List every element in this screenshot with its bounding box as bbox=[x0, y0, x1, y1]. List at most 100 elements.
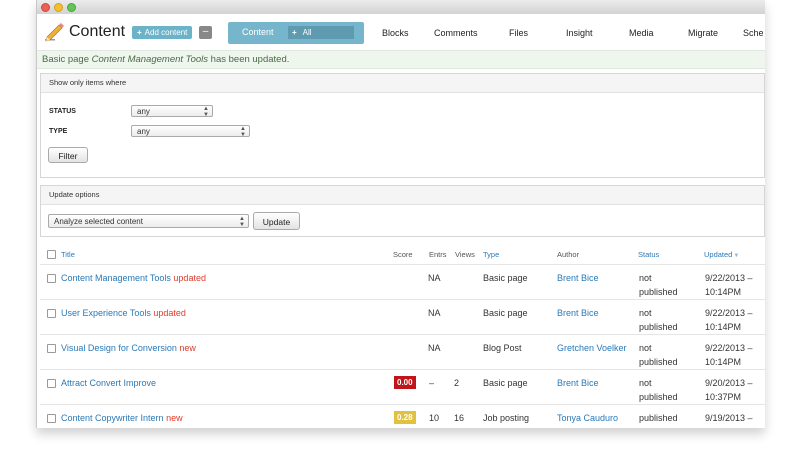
content-title-link[interactable]: Attract Convert Improve bbox=[61, 378, 156, 388]
row-updated-date: 9/22/2013 – bbox=[705, 343, 753, 353]
tab-insight[interactable]: Insight bbox=[566, 28, 593, 38]
updated-marker: updated bbox=[153, 308, 186, 318]
row-author[interactable]: Tonya Cauduro bbox=[557, 411, 618, 425]
filter-button[interactable]: Filter bbox=[48, 147, 88, 163]
table-row: Content Copywriter Intern new 0.28 10 16… bbox=[40, 404, 765, 428]
column-status[interactable]: Status bbox=[638, 250, 659, 259]
update-options-panel: Update options Analyze selected content … bbox=[40, 185, 765, 237]
row-checkbox[interactable] bbox=[47, 379, 56, 388]
row-checkbox[interactable] bbox=[47, 309, 56, 318]
content-title-link[interactable]: Visual Design for Conversion bbox=[61, 343, 177, 353]
row-status: not published bbox=[639, 306, 678, 334]
tab-comments[interactable]: Comments bbox=[434, 28, 478, 38]
row-updated-time: 10:37PM bbox=[705, 392, 742, 402]
content-title-link[interactable]: User Experience Tools bbox=[61, 308, 151, 318]
row-status-line1: not bbox=[639, 273, 652, 283]
bulk-action-select[interactable]: Analyze selected content ▲ ▼ bbox=[48, 214, 249, 228]
type-select-value: any bbox=[137, 127, 150, 136]
row-updated-time: 10:14PM bbox=[705, 287, 742, 297]
row-author[interactable]: Brent Bice bbox=[557, 376, 599, 390]
row-updated: 9/20/2013 – 10:37PM bbox=[705, 376, 753, 404]
row-type: Job posting bbox=[483, 413, 530, 423]
sort-desc-icon: ▼ bbox=[733, 253, 740, 259]
status-filter-label: STATUS bbox=[49, 108, 76, 115]
row-type: Basic page bbox=[483, 308, 528, 318]
table-row: User Experience Tools updated NA Basic p… bbox=[40, 299, 765, 335]
row-status-line2: published bbox=[639, 357, 678, 367]
table-row: Content Management Tools updated NA Basi… bbox=[40, 264, 765, 300]
tab-migrate[interactable]: Migrate bbox=[688, 28, 718, 38]
row-title: Attract Convert Improve bbox=[61, 376, 156, 390]
row-author[interactable]: Brent Bice bbox=[557, 271, 599, 285]
update-button[interactable]: Update bbox=[253, 212, 300, 230]
updown-arrow-icon: ▲ ▼ bbox=[203, 106, 209, 118]
update-options-heading: Update options bbox=[41, 186, 764, 205]
add-content-button[interactable]: + Add content bbox=[132, 26, 193, 39]
message-prefix: Basic page bbox=[42, 54, 92, 65]
row-author[interactable]: Gretchen Voelker bbox=[557, 341, 627, 355]
updown-arrow-icon: ▲ ▼ bbox=[240, 126, 246, 138]
row-title: User Experience Tools updated bbox=[61, 306, 186, 320]
row-status-line1: not bbox=[639, 308, 652, 318]
tab-blocks[interactable]: Blocks bbox=[382, 28, 409, 38]
table-row: Attract Convert Improve 0.00 – 2 Basic p… bbox=[40, 369, 765, 405]
browser-window: Content + Add content – Content + All Bloc… bbox=[36, 0, 765, 428]
table-row: Visual Design for Conversion new NA Blog… bbox=[40, 334, 765, 370]
subtab-all-label: All bbox=[302, 28, 312, 37]
table-header-row: Title Score Entrs Views Type Author Stat… bbox=[40, 245, 765, 264]
row-updated-date: 9/22/2013 – bbox=[705, 273, 753, 283]
column-author: Author bbox=[557, 250, 580, 259]
tab-files[interactable]: Files bbox=[509, 28, 528, 38]
row-type: Basic page bbox=[483, 378, 528, 388]
tab-sche[interactable]: Sche bbox=[743, 28, 764, 38]
row-type: Basic page bbox=[483, 273, 528, 283]
row-status: published bbox=[639, 413, 678, 423]
column-updated[interactable]: Updated▼ bbox=[704, 250, 739, 259]
collapse-button[interactable]: – bbox=[199, 26, 212, 39]
row-checkbox[interactable] bbox=[47, 274, 56, 283]
content-title-link[interactable]: Content Copywriter Intern bbox=[61, 413, 164, 423]
close-window-button[interactable] bbox=[41, 3, 50, 12]
message-suffix: has been updated. bbox=[208, 54, 290, 65]
row-status-line2: published bbox=[639, 287, 678, 297]
minimize-window-button[interactable] bbox=[54, 3, 63, 12]
row-author[interactable]: Brent Bice bbox=[557, 306, 599, 320]
zoom-window-button[interactable] bbox=[67, 3, 76, 12]
row-title: Content Management Tools updated bbox=[61, 271, 206, 285]
content-title-link[interactable]: Content Management Tools bbox=[61, 273, 171, 283]
row-checkbox[interactable] bbox=[47, 414, 56, 423]
column-type[interactable]: Type bbox=[483, 250, 499, 259]
row-checkbox[interactable] bbox=[47, 344, 56, 353]
row-status: not published bbox=[639, 341, 678, 369]
score-badge: 0.28 bbox=[394, 411, 416, 424]
row-status: not published bbox=[639, 271, 678, 299]
row-views: 16 bbox=[454, 413, 465, 423]
plus-icon: + bbox=[292, 28, 297, 37]
tab-content-label: Content bbox=[242, 27, 274, 37]
row-views: 2 bbox=[454, 378, 460, 388]
subtab-all[interactable]: + All bbox=[288, 26, 354, 39]
type-select[interactable]: any ▲ ▼ bbox=[131, 125, 250, 138]
row-entrs: NA bbox=[428, 343, 441, 353]
tab-media[interactable]: Media bbox=[629, 28, 654, 38]
select-all-checkbox[interactable] bbox=[47, 250, 56, 259]
score-badge: 0.00 bbox=[394, 376, 416, 389]
row-updated: 9/19/2013 – bbox=[705, 413, 753, 423]
row-title: Content Copywriter Intern new bbox=[61, 411, 183, 425]
row-updated: 9/22/2013 – 10:14PM bbox=[705, 271, 753, 299]
updown-arrow-icon: ▲ ▼ bbox=[239, 216, 245, 228]
tab-content[interactable]: Content + All bbox=[228, 22, 364, 44]
type-filter-label: TYPE bbox=[49, 128, 68, 135]
column-updated-label: Updated bbox=[704, 250, 733, 259]
status-select[interactable]: any ▲ ▼ bbox=[131, 105, 213, 118]
row-updated-date: 9/20/2013 – bbox=[705, 378, 753, 388]
row-updated: 9/22/2013 – 10:14PM bbox=[705, 306, 753, 334]
filter-panel-heading: Show only items where bbox=[41, 74, 764, 93]
row-type: Blog Post bbox=[483, 343, 522, 353]
new-marker: new bbox=[166, 413, 183, 423]
column-title[interactable]: Title bbox=[61, 250, 75, 259]
row-entrs: 10 bbox=[429, 413, 440, 423]
row-entrs: – bbox=[429, 378, 435, 388]
row-updated-time: 10:14PM bbox=[705, 322, 742, 332]
window-titlebar bbox=[37, 0, 765, 15]
